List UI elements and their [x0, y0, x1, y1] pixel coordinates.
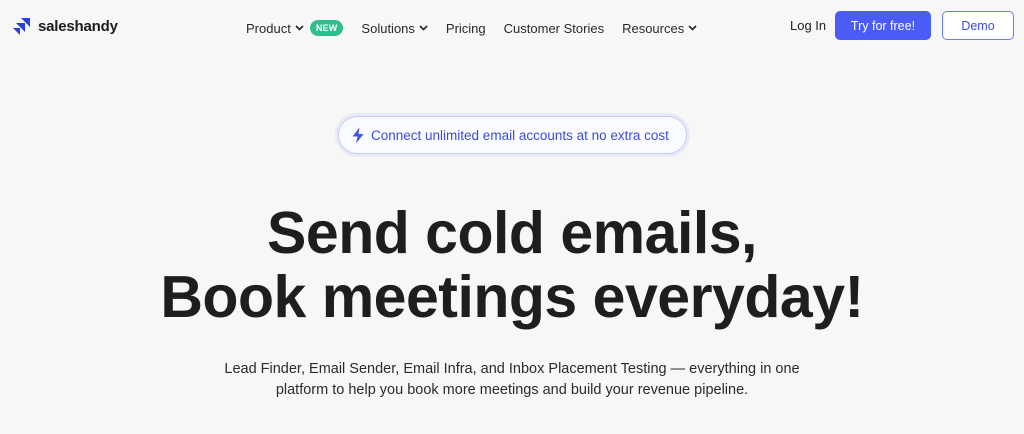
nav-item-label: Pricing	[445, 20, 486, 36]
nav-item-label: Customer Stories	[503, 20, 605, 36]
chevron-down-icon	[295, 25, 304, 31]
subtext-line-2: platform to help you book more meetings …	[275, 382, 749, 398]
brand-name: saleshandy	[38, 17, 118, 35]
top-navbar: saleshandy Product NEW Solutions Pricing…	[0, 0, 1024, 54]
nav-item-resources[interactable]: Resources	[622, 21, 697, 36]
nav-item-label: Resources	[622, 20, 685, 36]
headline-line-2: Book meetings everyday!	[160, 264, 864, 330]
announcement-pill[interactable]: Connect unlimited email accounts at no e…	[338, 116, 687, 154]
nav-item-solutions[interactable]: Solutions	[361, 20, 428, 36]
new-badge: NEW	[309, 20, 344, 36]
headline-line-1: Send cold emails,	[267, 200, 757, 266]
nav-item-label: Product	[246, 20, 291, 36]
nav-item-label: Solutions	[361, 20, 415, 36]
demo-button[interactable]: Demo	[942, 11, 1014, 40]
subtext-line-1: Lead Finder, Email Sender, Email Infra, …	[224, 361, 800, 377]
try-for-free-button[interactable]: Try for free!	[835, 11, 931, 40]
login-link[interactable]: Log In	[790, 18, 826, 33]
main-menu: Product NEW Solutions Pricing Customer S…	[246, 18, 715, 38]
hero-subtext: Lead Finder, Email Sender, Email Infra, …	[0, 359, 1024, 401]
chevron-down-icon	[688, 25, 697, 31]
announcement-text: Connect unlimited email accounts at no e…	[371, 127, 669, 143]
nav-item-product[interactable]: Product NEW	[246, 20, 344, 36]
lightning-icon	[351, 127, 365, 144]
nav-item-customer-stories[interactable]: Customer Stories	[504, 21, 604, 36]
saleshandy-logo-icon	[13, 18, 30, 35]
brand-logo[interactable]: saleshandy	[12, 15, 118, 37]
hero-headline: Send cold emails, Book meetings everyday…	[0, 201, 1024, 329]
chevron-down-icon	[419, 25, 428, 31]
nav-item-pricing[interactable]: Pricing	[446, 21, 486, 36]
